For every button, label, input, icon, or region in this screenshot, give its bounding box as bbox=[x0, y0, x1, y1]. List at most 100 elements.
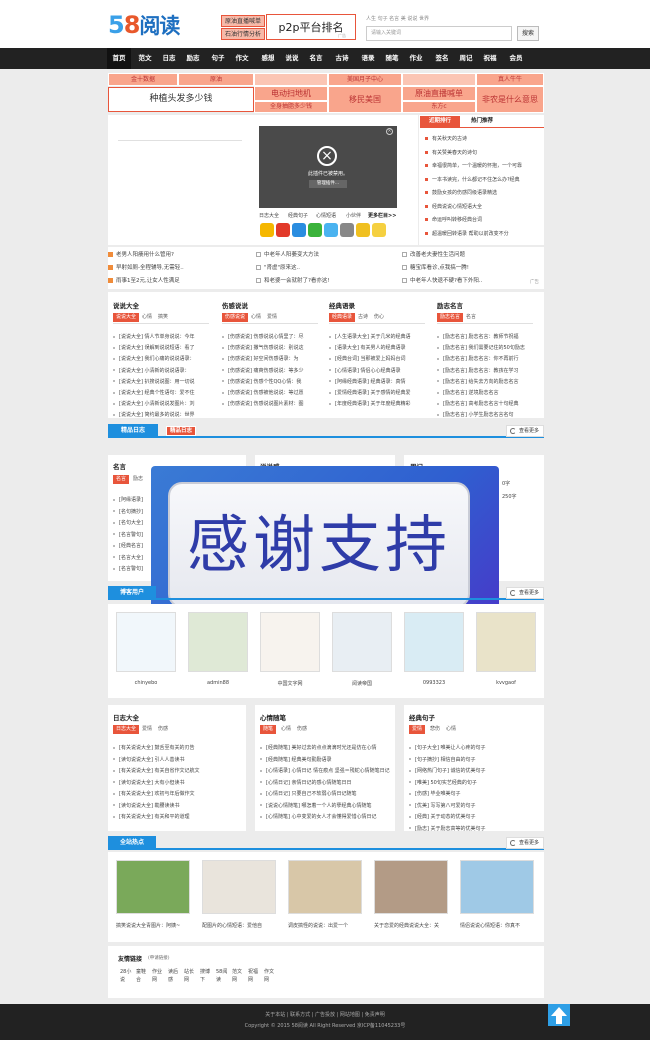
section-tag[interactable]: 心情 bbox=[248, 313, 264, 322]
hot-words[interactable]: 人生 句子 名言 美 说说 世界 bbox=[366, 15, 429, 22]
friend-link[interactable]: 作文网 bbox=[264, 968, 276, 984]
headline-item[interactable]: 中老年人阳萎变大方法 bbox=[256, 250, 396, 258]
list-item[interactable]: [励志名言] 小学生励志名言名句 bbox=[437, 411, 533, 418]
list-item[interactable]: [阿缘语录] bbox=[113, 496, 151, 503]
more-button-users[interactable]: 查看更多 bbox=[506, 587, 544, 599]
list-item[interactable]: [名句摘抄] bbox=[113, 508, 151, 515]
list-item[interactable]: [年度经典语录] 关于年度经典精彩 bbox=[329, 400, 425, 407]
friend-link[interactable]: 作业网 bbox=[152, 968, 164, 984]
list-item[interactable]: [说说大全] 误解到说说短语：看了 bbox=[113, 344, 209, 351]
tab-site-hot[interactable]: 全站热点 bbox=[108, 836, 156, 850]
tab-jingpin-rizhi[interactable]: 精品日志 bbox=[108, 424, 158, 438]
user-avatar[interactable] bbox=[260, 612, 320, 672]
headline-item[interactable]: 老男人阳痿用什么管用? bbox=[108, 250, 248, 258]
list-item[interactable]: [心情语录] 情侣心心经典语录 bbox=[329, 367, 425, 374]
list-item[interactable]: [网络热门句子] 诚信的优美句子 bbox=[409, 767, 539, 774]
ad-niuniu[interactable]: 真人牛牛 bbox=[476, 73, 544, 86]
section-tag[interactable]: 搞笑 bbox=[155, 313, 171, 322]
nav-item[interactable]: 语录 bbox=[356, 48, 380, 69]
headline-item[interactable]: 糖宝库看诊,点我搞一腾! bbox=[402, 263, 542, 271]
nav-item[interactable]: 周记 bbox=[454, 48, 478, 69]
list-item[interactable]: [励志名言] 给失去方向的励志名言 bbox=[437, 378, 533, 385]
list-item[interactable]: [心情日记] 只要自己不软弱心情日记随笔 bbox=[260, 790, 390, 797]
tag-lizhi[interactable]: 励志 bbox=[130, 475, 146, 484]
ad-dongfang[interactable]: 东方c bbox=[402, 101, 476, 113]
list-item[interactable]: [有关说说大全] 欢初与年后做作文 bbox=[113, 790, 241, 797]
search-button[interactable]: 搜索 bbox=[517, 26, 539, 41]
list-item[interactable]: [说说大全] 我们心痛的说说语录： bbox=[113, 355, 209, 362]
friend-link[interactable]: 28小说 bbox=[120, 968, 132, 984]
back-to-top-button[interactable] bbox=[548, 1004, 570, 1026]
video-player[interactable] bbox=[259, 126, 397, 208]
list-item[interactable]: [名言警句] bbox=[113, 565, 151, 572]
user-name[interactable]: admin88 bbox=[188, 680, 248, 686]
section-tag[interactable]: 说说大全 bbox=[113, 313, 140, 322]
list-item[interactable]: [读句说说大全] 大有小但读书 bbox=[113, 779, 241, 786]
section-tag[interactable]: 伤心 bbox=[371, 313, 387, 322]
headline-item[interactable]: 改善老夫妻性生活问题 bbox=[402, 250, 542, 258]
ad-robot-vacuum[interactable]: 电动扫地机 bbox=[254, 86, 328, 101]
friend-link[interactable]: 童鞋合 bbox=[136, 968, 148, 984]
list-item[interactable]: [说说大全] 经典个性语句：爱不住 bbox=[113, 389, 209, 396]
list-item[interactable]: [有关说说大全] 有关自省作文记航文 bbox=[113, 767, 241, 774]
user-avatar[interactable] bbox=[332, 612, 392, 672]
friend-link[interactable]: 搜博下 bbox=[200, 968, 212, 984]
share-icon[interactable] bbox=[372, 223, 386, 237]
section-tag[interactable]: 名言 bbox=[463, 313, 479, 322]
user-avatar[interactable] bbox=[476, 612, 536, 672]
share-icon[interactable] bbox=[308, 223, 322, 237]
list-item[interactable]: [语录大全] 有关男人的经典语录 bbox=[329, 344, 425, 351]
user-name[interactable]: 中国文字网 bbox=[260, 680, 320, 687]
ad-us-maternity[interactable]: 美国月子中心 bbox=[328, 73, 402, 86]
more-button-hot[interactable]: 查看更多 bbox=[506, 837, 544, 849]
nav-item[interactable]: 祝福 bbox=[478, 48, 502, 69]
list-item[interactable]: [伤感说说] 好空间伤感语录：为 bbox=[222, 355, 318, 362]
list-item[interactable]: [说说心情随笔] 哪怎着一个人的孽经典心情随笔 bbox=[260, 802, 390, 809]
user-avatar[interactable] bbox=[188, 612, 248, 672]
list-item[interactable]: [阿缘经典语录] 经典语录：真情 bbox=[329, 378, 425, 385]
share-icon[interactable] bbox=[356, 223, 370, 237]
nav-item[interactable]: 日志 bbox=[157, 48, 181, 69]
headline-item[interactable]: 雨事1至2元,让女人性满足 bbox=[108, 276, 248, 284]
list-item[interactable]: [伤感说说] 撒气伤感说说：别说这 bbox=[222, 344, 318, 351]
manage-plugin-button[interactable]: 管理插件... bbox=[309, 180, 347, 188]
list-item[interactable]: [励志] 关于励志高等的优美句子 bbox=[409, 825, 539, 832]
ad-jinshi[interactable]: 金十数据 bbox=[108, 73, 178, 86]
hot-thumbnail[interactable] bbox=[202, 860, 276, 914]
section-tag[interactable]: 心情 bbox=[278, 725, 294, 734]
hot-thumbnail[interactable] bbox=[374, 860, 448, 914]
list-item[interactable]: [经典随笔] 美好过去的点点滴滴时光还是仿在心情 bbox=[260, 744, 390, 751]
section-tag[interactable]: 伤感 bbox=[294, 725, 310, 734]
user-name[interactable]: chinyebo bbox=[116, 680, 176, 686]
hot-caption[interactable]: 情侣说说心情短语：你真不 bbox=[460, 922, 534, 929]
tab-hot-recommend[interactable]: 热门推荐 bbox=[462, 116, 502, 127]
list-item[interactable]: [读句说说大全] 引人人善读书 bbox=[113, 756, 241, 763]
friend-link[interactable]: 范文网 bbox=[232, 968, 244, 984]
list-item[interactable]: [励志名言] 励志名言：教师节祝福 bbox=[437, 333, 533, 340]
section-tag[interactable]: 悲伤 bbox=[427, 725, 443, 734]
tab-recent-rank[interactable]: 近期排行 bbox=[420, 116, 460, 127]
list-item[interactable]: [句子摘抄] 相信自由的句子 bbox=[409, 756, 539, 763]
video-link-xinqing[interactable]: 心情短语 bbox=[316, 212, 336, 219]
list-item[interactable]: 0字 bbox=[502, 480, 510, 487]
list-item[interactable]: [伤感说说] 痛爽伤感说说：等多少 bbox=[222, 367, 318, 374]
list-item[interactable]: [人生语录大全] 关于几米的经典语 bbox=[329, 333, 425, 340]
hot-thumbnail[interactable] bbox=[460, 860, 534, 914]
more-button-jingpin[interactable]: 查看更多 bbox=[506, 425, 544, 437]
section-tag[interactable]: 随笔 bbox=[260, 725, 277, 734]
list-item[interactable]: [名句大全] bbox=[113, 519, 151, 526]
headline-item[interactable]: 中老年人快退不硬?看下外阳.. bbox=[402, 276, 542, 284]
list-item[interactable]: [读句说说大全] 勒腰读读书 bbox=[113, 802, 241, 809]
user-name[interactable]: 0993323 bbox=[404, 680, 464, 686]
list-item[interactable]: [经典随笔] 经典美句勤励语录 bbox=[260, 756, 390, 763]
list-item[interactable]: [说说大全] 情人节单身说说：今年 bbox=[113, 333, 209, 340]
nav-item[interactable]: 励志 bbox=[181, 48, 205, 69]
nav-item[interactable]: 名言 bbox=[304, 48, 328, 69]
list-item[interactable]: [心情语录] 心情日记 情在痕点 坚强＝残蛇心情随笔日记 bbox=[260, 767, 390, 774]
nav-item[interactable]: 说说 bbox=[280, 48, 304, 69]
apply-link[interactable]: (申请链接) bbox=[148, 955, 170, 961]
nav-item[interactable]: 作业 bbox=[404, 48, 428, 69]
list-item[interactable]: [伤感说说] 伤感被他说说：等过愿 bbox=[222, 389, 318, 396]
search-input[interactable]: 请输入关键词 bbox=[366, 26, 512, 41]
section-tag[interactable]: 心情 bbox=[139, 313, 155, 322]
